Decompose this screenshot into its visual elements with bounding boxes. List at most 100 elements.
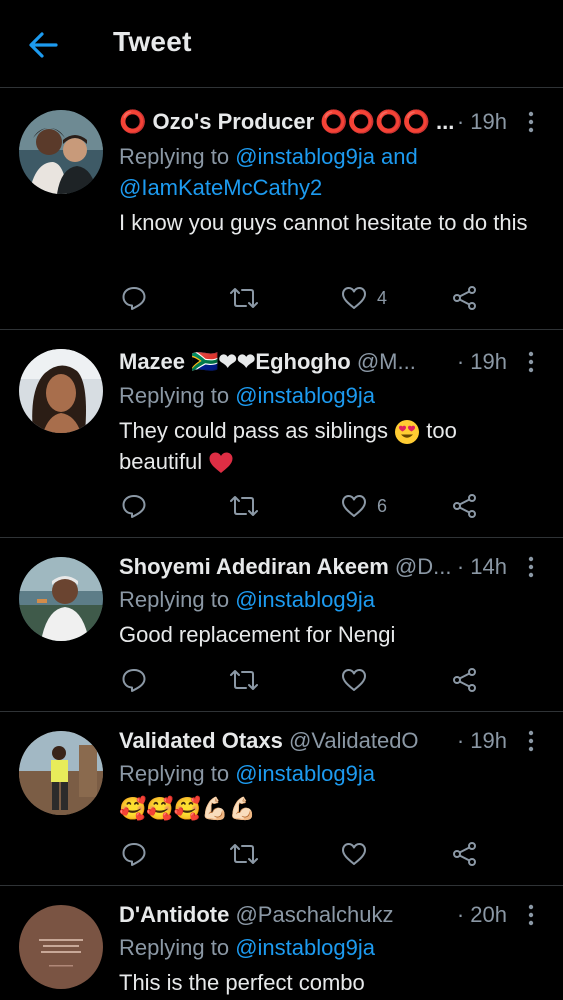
heart-eyes-emoji-icon — [395, 420, 420, 445]
more-options-icon[interactable] — [521, 110, 541, 134]
avatar[interactable] — [19, 349, 103, 433]
tweet-actions — [119, 838, 499, 870]
author-handle: @D... — [394, 554, 452, 579]
retweet-icon — [230, 496, 258, 516]
retweet-button[interactable] — [229, 664, 259, 696]
tweet-text: 🥰🥰🥰💪🏻💪🏻 — [119, 796, 256, 821]
share-button[interactable] — [452, 664, 478, 696]
share-icon — [453, 286, 476, 310]
like-button[interactable] — [341, 838, 367, 870]
tweet-text-part: beautiful — [119, 449, 203, 474]
tweet-header: D'Antidote @Paschalchukz — [119, 900, 497, 930]
tweet-header: Shoyemi Adediran Akeem @D... — [119, 552, 497, 582]
retweet-icon — [230, 288, 258, 308]
mention-link[interactable]: @instablog9ja — [235, 935, 375, 960]
share-button[interactable] — [452, 490, 478, 522]
tweet-header: Validated Otaxs @ValidatedO — [119, 726, 497, 756]
reply-button[interactable] — [121, 282, 147, 314]
retweet-button[interactable] — [229, 490, 259, 522]
red-heart-emoji-icon — [209, 452, 233, 474]
tweet-actions: 6 — [119, 490, 499, 522]
comment-icon — [122, 495, 146, 518]
more-options-icon[interactable] — [521, 555, 541, 579]
more-options-icon[interactable] — [521, 350, 541, 374]
heart-icon — [342, 843, 366, 865]
reply-tweet[interactable]: Validated Otaxs @ValidatedO · 19h Replyi… — [0, 712, 563, 886]
like-count: 4 — [377, 287, 388, 308]
mention-link[interactable]: @IamKateMcCathy2 — [119, 175, 322, 200]
replying-to: Replying to @instablog9ja and @IamKateMc… — [119, 141, 539, 203]
replying-label: Replying to — [119, 761, 236, 786]
author-name[interactable]: Shoyemi Adediran Akeem — [119, 554, 389, 579]
replying-to: Replying to @instablog9ja — [119, 932, 539, 963]
retweet-button[interactable] — [229, 282, 259, 314]
like-count: 6 — [377, 495, 388, 516]
tweet-text: Good replacement for Nengi — [119, 622, 396, 647]
comment-icon — [122, 669, 146, 692]
replying-to: Replying to @instablog9ja — [119, 758, 539, 789]
heart-icon — [342, 669, 366, 691]
avatar[interactable] — [19, 110, 103, 194]
replying-label: Replying to — [119, 587, 236, 612]
more-options-icon[interactable] — [521, 729, 541, 753]
replying-label: Replying to — [119, 144, 236, 169]
share-icon — [453, 494, 476, 518]
tweet-actions: 4 — [119, 282, 499, 314]
replying-to: Replying to @instablog9ja — [119, 380, 539, 411]
reply-button[interactable] — [121, 664, 147, 696]
author-handle: @Paschalchukz — [235, 902, 394, 927]
comment-icon — [122, 287, 146, 310]
replying-label: Replying to — [119, 935, 236, 960]
heart-icon — [342, 287, 366, 309]
back-arrow-icon[interactable] — [26, 30, 60, 60]
tweet-text: This is the perfect combo — [119, 970, 365, 995]
replying-to: Replying to @instablog9ja — [119, 584, 539, 615]
author-name[interactable]: Validated Otaxs — [119, 728, 283, 753]
mention-link[interactable]: @instablog9ja — [235, 383, 375, 408]
reply-button[interactable] — [121, 838, 147, 870]
share-button[interactable] — [452, 838, 478, 870]
tweet-time: · 19h — [452, 726, 507, 756]
reply-tweet[interactable]: D'Antidote @Paschalchukz · 20h Replying … — [0, 886, 563, 1000]
page-title: Tweet — [113, 26, 192, 57]
tweet-time: · 14h — [452, 552, 507, 582]
reply-button[interactable] — [121, 490, 147, 522]
avatar[interactable] — [19, 731, 103, 815]
reply-tweet[interactable]: ⭕ Ozo's Producer ⭕⭕⭕⭕ ... · 19h Replying… — [0, 88, 563, 330]
top-bar: Tweet — [0, 0, 563, 88]
replying-label: Replying to — [119, 383, 236, 408]
tweet-time: · 20h — [452, 900, 507, 930]
reply-tweet[interactable]: Shoyemi Adediran Akeem @D... · 14h Reply… — [0, 538, 563, 712]
like-button[interactable] — [341, 664, 367, 696]
tweet-text-part: They could pass as siblings — [119, 418, 389, 443]
tweet-text: They could pass as siblings too beautifu… — [119, 415, 539, 477]
like-button[interactable]: 4 — [341, 282, 387, 314]
like-button[interactable]: 6 — [341, 490, 387, 522]
reply-tweet[interactable]: Mazee 🇿🇦❤❤Eghogho @M... · 19h Replying t… — [0, 330, 563, 538]
author-handle: @ValidatedO — [288, 728, 419, 753]
mention-link[interactable]: @instablog9ja — [235, 761, 375, 786]
tweet-text-part: too — [426, 418, 457, 443]
author-name[interactable]: ⭕ Ozo's Producer ⭕⭕⭕⭕ ... — [119, 109, 454, 134]
comment-icon — [122, 843, 146, 866]
share-icon — [453, 668, 476, 692]
retweet-icon — [230, 844, 258, 864]
tweet-time: · 19h — [452, 347, 507, 377]
author-name[interactable]: D'Antidote — [119, 902, 229, 927]
avatar[interactable] — [19, 905, 103, 989]
share-button[interactable] — [452, 282, 478, 314]
tweet-header: Mazee 🇿🇦❤❤Eghogho @M... — [119, 347, 497, 377]
more-options-icon[interactable] — [521, 903, 541, 927]
tweet-actions — [119, 664, 499, 696]
mention-link[interactable]: @instablog9ja — [235, 587, 375, 612]
author-name[interactable]: Mazee 🇿🇦❤❤Eghogho — [119, 349, 351, 374]
share-icon — [453, 842, 476, 866]
retweet-icon — [230, 670, 258, 690]
tweet-time: · 19h — [452, 107, 507, 137]
tweet-header: ⭕ Ozo's Producer ⭕⭕⭕⭕ ... — [119, 107, 497, 137]
heart-icon — [342, 495, 366, 517]
author-handle: @M... — [356, 349, 416, 374]
mention-link[interactable]: @instablog9ja and — [235, 144, 418, 169]
retweet-button[interactable] — [229, 838, 259, 870]
avatar[interactable] — [19, 557, 103, 641]
